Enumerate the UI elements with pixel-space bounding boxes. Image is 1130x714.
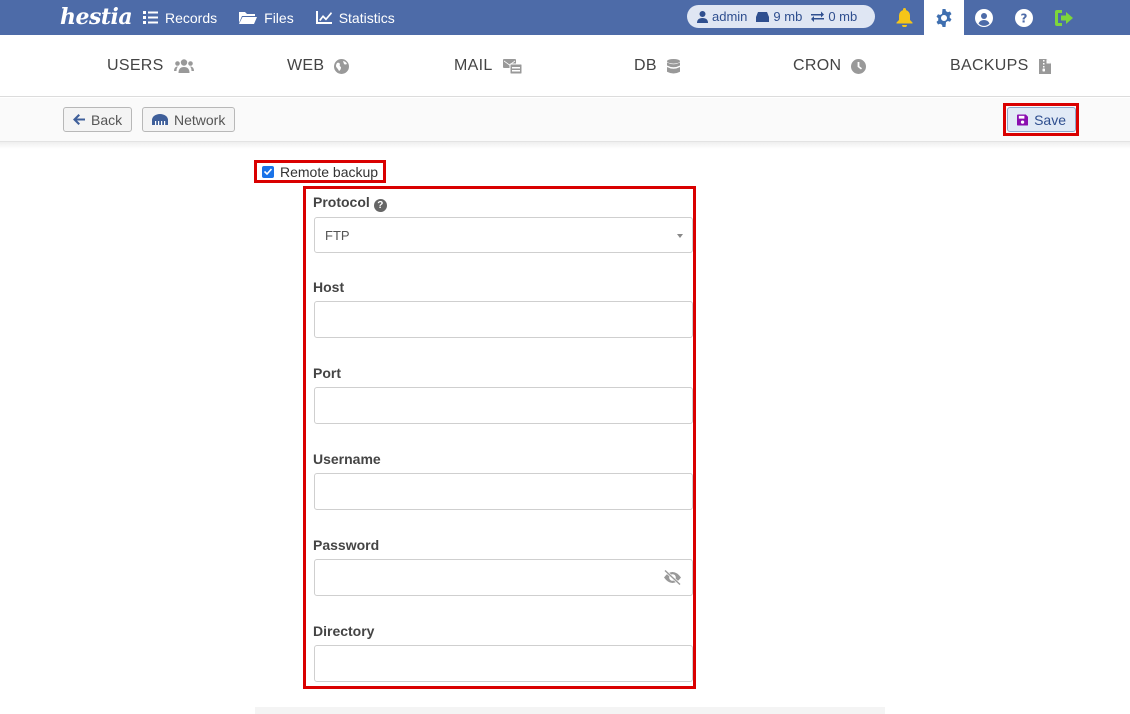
stat-disk-value: 9 mb <box>773 9 803 24</box>
section-tabs: USERS WEB MAIL DB CRON BACKUPS <box>0 35 1130 97</box>
nav-files-label: Files <box>264 9 294 26</box>
tab-mail[interactable]: MAIL <box>454 35 522 97</box>
tab-cron[interactable]: CRON <box>793 35 867 97</box>
settings-button[interactable] <box>924 0 964 35</box>
username-label: Username <box>313 451 381 467</box>
port-label: Port <box>313 365 341 381</box>
remote-backup-toggle[interactable]: Remote backup <box>254 160 386 183</box>
page-bottom-strip <box>255 707 885 714</box>
nav-statistics[interactable]: Statistics <box>315 9 395 26</box>
remote-backup-label: Remote backup <box>280 163 379 180</box>
tab-web-label: WEB <box>287 57 325 74</box>
tab-web[interactable]: WEB <box>287 35 350 97</box>
floppy-disk-icon <box>1017 113 1029 126</box>
stat-bandwidth-value: 0 mb <box>828 9 858 24</box>
caret-down-icon <box>677 234 683 238</box>
stat-user-value: admin <box>712 9 748 24</box>
user-circle-icon <box>975 8 993 27</box>
logout-button[interactable] <box>1044 0 1084 35</box>
bell-icon <box>896 8 912 27</box>
tab-backups-label: BACKUPS <box>950 57 1029 74</box>
back-button[interactable]: Back <box>63 107 133 132</box>
top-nav: Records Files Statistics <box>143 0 395 35</box>
profile-button[interactable] <box>964 0 1004 35</box>
help-icon: ? <box>1015 8 1033 27</box>
file-archive-icon <box>1038 58 1051 74</box>
directory-label: Directory <box>313 623 375 639</box>
nav-files[interactable]: Files <box>239 10 294 26</box>
mail-icon <box>502 58 522 74</box>
top-bar: hestia Records Files Statistics admin 9 … <box>0 0 1130 35</box>
folder-icon <box>239 12 258 24</box>
tab-users-label: USERS <box>107 57 164 74</box>
remote-backup-checkbox[interactable] <box>262 165 274 178</box>
password-label: Password <box>313 537 380 553</box>
chart-icon <box>315 11 332 24</box>
stat-bandwidth: 0 mb <box>811 9 857 24</box>
back-button-label: Back <box>91 111 123 128</box>
username-input[interactable] <box>314 473 693 510</box>
protocol-label: Protocol? <box>313 194 387 212</box>
hard-drive-icon <box>756 11 770 22</box>
stat-user: admin <box>697 9 747 24</box>
database-icon <box>666 58 680 73</box>
nav-records-label: Records <box>165 9 218 26</box>
help-button[interactable]: ? <box>1004 0 1044 35</box>
toolbar: Back Network <box>0 98 1130 142</box>
nav-statistics-label: Statistics <box>338 9 395 26</box>
usage-stats-pill: admin 9 mb 0 mb <box>687 5 875 28</box>
tab-backups[interactable]: BACKUPS <box>950 35 1051 97</box>
protocol-select-value: FTP <box>325 227 350 243</box>
protocol-label-text: Protocol <box>313 194 370 210</box>
tab-mail-label: MAIL <box>454 57 493 74</box>
tab-db-label: DB <box>634 57 657 74</box>
users-icon <box>173 59 194 73</box>
network-button[interactable]: Network <box>142 107 236 132</box>
network-button-label: Network <box>174 111 226 128</box>
logout-icon <box>1055 9 1073 26</box>
host-label: Host <box>313 279 345 295</box>
network-wired-icon <box>152 114 168 125</box>
directory-input[interactable] <box>314 645 693 682</box>
host-input[interactable] <box>314 301 693 338</box>
globe-icon <box>334 58 350 74</box>
eye-slash-icon[interactable] <box>663 570 682 585</box>
save-button[interactable]: Save <box>1007 107 1076 132</box>
remote-backup-fields: Protocol? FTP Host Port Username Passwor… <box>303 186 696 689</box>
hestia-logo[interactable]: hestia <box>60 2 133 32</box>
nav-records[interactable]: Records <box>143 10 217 26</box>
stat-disk: 9 mb <box>756 9 802 24</box>
question-circle-icon[interactable]: ? <box>373 199 387 212</box>
user-icon <box>697 10 708 23</box>
tab-users[interactable]: USERS <box>107 35 194 97</box>
password-input[interactable] <box>314 559 693 596</box>
gear-icon <box>936 8 952 27</box>
port-input[interactable] <box>314 387 693 424</box>
top-icon-group: ? <box>884 0 1084 35</box>
tab-db[interactable]: DB <box>634 35 680 97</box>
exchange-icon <box>811 11 825 22</box>
list-icon <box>143 11 158 24</box>
toolbar-shadow <box>0 142 1130 149</box>
save-button-label: Save <box>1034 111 1066 128</box>
arrow-left-icon <box>73 114 85 125</box>
protocol-select[interactable]: FTP <box>314 217 693 253</box>
notifications-button[interactable] <box>884 0 924 35</box>
tab-cron-label: CRON <box>793 57 842 74</box>
check-icon <box>264 168 272 175</box>
clock-icon <box>851 58 867 74</box>
svg-text:?: ? <box>1021 11 1028 25</box>
